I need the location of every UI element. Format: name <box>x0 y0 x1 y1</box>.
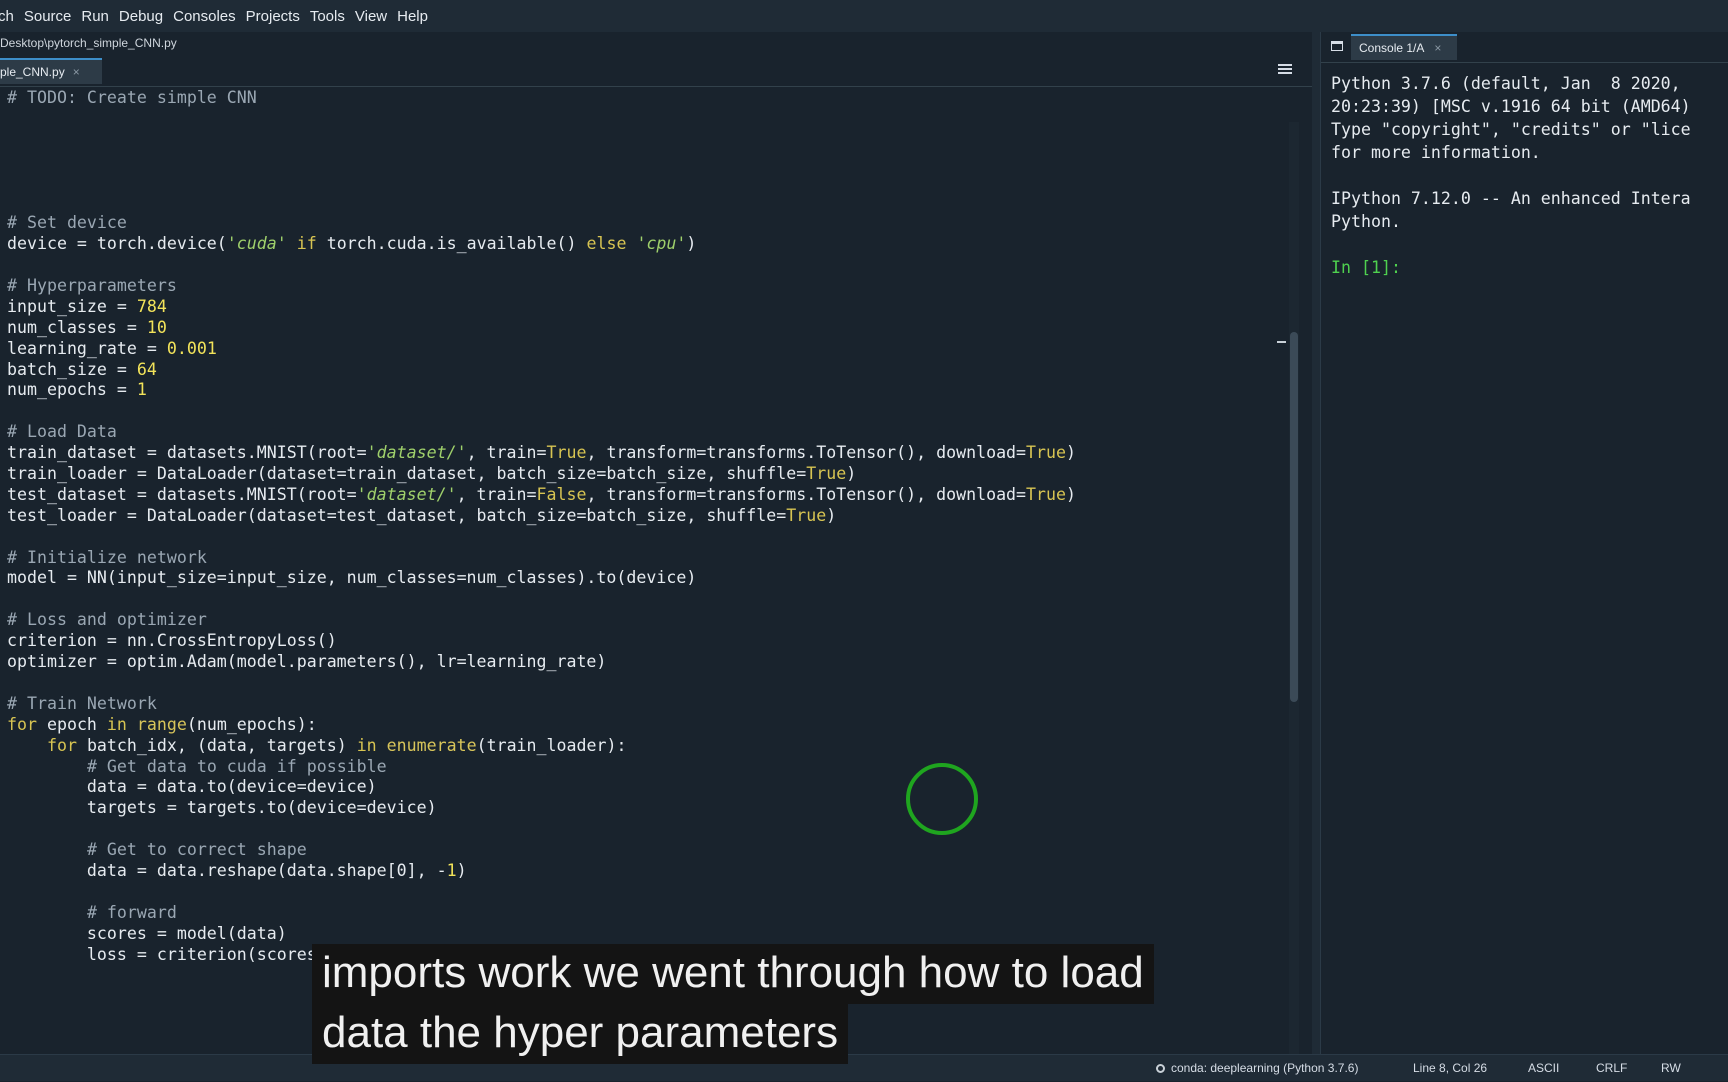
code-line: # forward <box>86 902 177 922</box>
code-line: # TODO: Create simple CNN <box>7 88 257 107</box>
code-line: targets = targets.to(device=device) <box>7 798 437 818</box>
conda-status[interactable]: conda: deeplearning (Python 3.7.6) <box>1156 1061 1358 1075</box>
mouse-cursor-highlight <box>906 763 978 835</box>
editor-pane: Desktop\pytorch_simple_CNN.py mple_CNN.p… <box>0 32 1312 1072</box>
menu-bar: rch Source Run Debug Consoles Projects T… <box>0 0 1728 33</box>
menu-help[interactable]: Help <box>392 8 433 25</box>
file-path: Desktop\pytorch_simple_CNN.py <box>0 36 177 50</box>
console-tab[interactable]: Console 1/A × <box>1351 34 1457 60</box>
code-line: scores = model(data) <box>7 923 287 943</box>
code-line: optimizer = optim.Adam(model.parameters(… <box>7 652 607 672</box>
code-editor[interactable]: # TODO: Create simple CNN # Set device dev… <box>7 88 1277 1082</box>
menu-tools[interactable]: Tools <box>305 8 350 25</box>
line-endings: CRLF <box>1596 1061 1628 1075</box>
window-icon[interactable] <box>1331 41 1343 51</box>
code-line: # Get to correct shape <box>86 840 307 860</box>
menu-projects[interactable]: Projects <box>241 8 305 25</box>
code-line: # Loss and optimizer <box>7 610 207 630</box>
code-line: learning_rate = 0.001 <box>7 338 217 358</box>
code-line: model = NN(input_size=input_size, num_cl… <box>7 568 697 588</box>
code-line: for epoch in range(num_epochs): <box>7 714 317 734</box>
conda-icon <box>1156 1064 1165 1073</box>
code-line: input_size = 784 <box>7 296 167 316</box>
code-line: for batch_idx, (data, targets) in enumer… <box>46 735 627 755</box>
code-line: # Load Data <box>7 422 117 442</box>
code-line: # Initialize network <box>7 547 207 567</box>
console-pane: Console 1/A × Python 3.7.6 (default, Jan… <box>1320 32 1728 1054</box>
console-prompt: In [1]: <box>1331 258 1401 277</box>
code-line: test_loader = DataLoader(dataset=test_da… <box>7 505 837 525</box>
menu-consoles[interactable]: Consoles <box>168 8 241 25</box>
console-line: IPython 7.12.0 -- An enhanced Intera <box>1331 189 1691 208</box>
code-line: batch_size = 64 <box>7 359 157 379</box>
menu-search[interactable]: rch <box>0 8 19 25</box>
scrollbar-thumb[interactable] <box>1290 332 1298 702</box>
console-line: Type "copyright", "credits" or "lice <box>1331 120 1691 139</box>
code-line: train_loader = DataLoader(dataset=train_… <box>7 464 857 484</box>
code-line: test_dataset = datasets.MNIST(root='data… <box>7 484 1077 504</box>
code-line: # Get data to cuda if possible <box>86 756 387 776</box>
menu-run[interactable]: Run <box>76 8 114 25</box>
code-line: criterion = nn.CrossEntropyLoss() <box>7 631 337 651</box>
caption-line: imports work we went through how to load <box>312 944 1154 1004</box>
caption-line: data the hyper parameters <box>312 1004 849 1064</box>
code-line: # Hyperparameters <box>7 276 177 296</box>
scroll-marker <box>1277 341 1286 343</box>
editor-tab[interactable]: mple_CNN.py × <box>0 58 102 84</box>
close-icon[interactable]: × <box>73 65 80 79</box>
code-line: device = torch.device('cuda' if torch.cu… <box>7 234 697 254</box>
code-line: # Set device <box>7 213 127 233</box>
cursor-position: Line 8, Col 26 <box>1413 1061 1488 1075</box>
console-line: for more information. <box>1331 143 1541 162</box>
editor-scrollbar[interactable] <box>1289 122 1299 1072</box>
code-line: data = data.to(device=device) <box>7 777 377 797</box>
close-icon[interactable]: × <box>1434 41 1441 55</box>
console-line: 20:23:39) [MSC v.1916 64 bit (AMD64) <box>1331 97 1691 116</box>
conda-label: conda: deeplearning (Python 3.7.6) <box>1171 1061 1359 1075</box>
code-line: data = data.reshape(data.shape[0], -1) <box>7 860 467 880</box>
code-line: num_epochs = 1 <box>7 380 147 400</box>
pane-splitter[interactable] <box>1312 32 1320 1054</box>
hamburger-menu-icon[interactable] <box>1274 60 1296 82</box>
code-line: train_dataset = datasets.MNIST(root='dat… <box>7 443 1077 463</box>
code-line: num_classes = 10 <box>7 317 167 337</box>
file-permissions: RW <box>1661 1061 1681 1075</box>
video-caption: imports work we went through how to load… <box>312 944 1154 1064</box>
menu-source[interactable]: Source <box>19 8 77 25</box>
editor-tab-bar: mple_CNN.py × <box>0 56 1312 87</box>
editor-tab-label: mple_CNN.py <box>0 65 65 79</box>
console-output[interactable]: Python 3.7.6 (default, Jan 8 2020, 20:23… <box>1331 72 1728 279</box>
console-line: Python. <box>1331 212 1401 231</box>
code-line: # Train Network <box>7 693 157 713</box>
console-line: Python 3.7.6 (default, Jan 8 2020, <box>1331 74 1691 93</box>
menu-view[interactable]: View <box>350 8 392 25</box>
file-encoding: ASCII <box>1528 1061 1560 1075</box>
menu-debug[interactable]: Debug <box>114 8 168 25</box>
console-tab-bar: Console 1/A × <box>1321 32 1728 63</box>
console-tab-label: Console 1/A <box>1359 41 1425 55</box>
